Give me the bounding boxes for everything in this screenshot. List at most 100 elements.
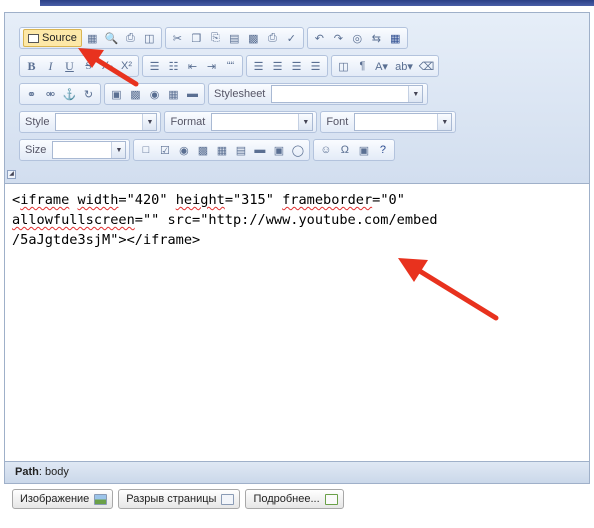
numbered-list-icon[interactable]: ☰ [146, 58, 163, 75]
strikethrough-button[interactable]: S [80, 58, 97, 75]
button-field-icon[interactable]: ▬ [251, 142, 268, 159]
format-group: Format ▼ [164, 111, 318, 133]
maximize-icon[interactable]: ▣ [355, 142, 372, 159]
font-select[interactable]: ▼ [354, 113, 453, 131]
spellcheck-icon[interactable]: ✓ [283, 30, 300, 47]
style-select[interactable]: ▼ [55, 113, 158, 131]
smiley-icon[interactable]: ☺ [317, 142, 334, 159]
subscript-button[interactable]: X₂ [99, 58, 116, 75]
align-left-icon[interactable]: ☰ [250, 58, 267, 75]
insert-image-label: Изображение [20, 493, 90, 505]
path-body-link[interactable]: body [45, 466, 69, 478]
remove-format-icon[interactable]: ⌫ [418, 58, 435, 75]
text-color-icon[interactable]: A▾ [373, 58, 390, 75]
unlink-icon[interactable]: ⚮ [42, 86, 59, 103]
image-icon[interactable]: ▣ [108, 86, 125, 103]
format-select[interactable]: ▼ [211, 113, 314, 131]
spellcheck-word: frameborder [282, 192, 373, 208]
align-right-icon[interactable]: ☰ [288, 58, 305, 75]
code-line: <iframe width="420" height="315" framebo… [12, 190, 572, 210]
size-group: Size ▼ [19, 139, 131, 161]
undo-icon[interactable]: ↶ [311, 30, 328, 47]
radio-icon[interactable]: ◉ [175, 142, 192, 159]
bottom-buttons: Изображение Разрыв страницы Подробнее... [12, 489, 344, 509]
stylesheet-select[interactable]: ▼ [271, 85, 424, 103]
paste-icon[interactable]: ⎘ [207, 30, 224, 47]
horizontal-rule-icon[interactable]: ▬ [184, 86, 201, 103]
link-icon[interactable]: ⚭ [23, 86, 40, 103]
chevron-down-icon: ▼ [437, 114, 452, 130]
background-color-icon[interactable]: ab▾ [392, 58, 416, 75]
replace-icon[interactable]: ⇆ [368, 30, 385, 47]
underline-button[interactable]: U [61, 58, 78, 75]
stylesheet-label: Stylesheet [214, 88, 266, 100]
source-icon [28, 33, 39, 43]
image-icon [94, 493, 108, 505]
checkbox-icon[interactable]: ☑ [156, 142, 173, 159]
find-icon[interactable]: ◎ [349, 30, 366, 47]
indent-icon[interactable]: ⇥ [203, 58, 220, 75]
print-preview-icon[interactable]: ⎙ [264, 30, 281, 47]
alignment-group: ☰ ☰ ☰ ☰ [246, 55, 328, 77]
preview-icon[interactable]: 🔍 [103, 30, 120, 47]
outdent-icon[interactable]: ⇤ [184, 58, 201, 75]
align-justify-icon[interactable]: ☰ [307, 58, 324, 75]
collapse-toolbar-icon[interactable]: ◢ [7, 170, 16, 179]
bold-button[interactable]: B [23, 58, 40, 75]
size-select[interactable]: ▼ [52, 141, 127, 159]
element-path-bar: Path: body [5, 461, 589, 483]
insert-image-button[interactable]: Изображение [12, 489, 114, 509]
toolbar-row-4: Style ▼ Format ▼ Font ▼ [19, 110, 457, 134]
toolbar-row-3: ⚭ ⚮ ⚓ ↻ ▣ ▩ ◉ ▦ ▬ Stylesheet ▼ [19, 82, 429, 106]
select-field-icon[interactable]: ▤ [232, 142, 249, 159]
insert-group: ▣ ▩ ◉ ▦ ▬ [104, 83, 205, 105]
print-icon[interactable]: ⎙ [122, 30, 139, 47]
copy-icon[interactable]: ❐ [188, 30, 205, 47]
create-div-icon[interactable]: ◫ [335, 58, 352, 75]
chevron-down-icon: ▼ [298, 114, 313, 130]
blockquote-button[interactable]: ““ [222, 58, 239, 75]
find-in-page-icon[interactable]: ◫ [141, 30, 158, 47]
document-group: Source ▦ 🔍 ⎙ ◫ [19, 27, 162, 49]
smiley-flash-icon[interactable]: ◉ [146, 86, 163, 103]
source-code-text[interactable]: <iframe width="420" height="315" framebo… [12, 190, 572, 250]
textarea-icon[interactable]: ▦ [213, 142, 230, 159]
text-direction-icon[interactable]: ¶ [354, 58, 371, 75]
italic-button[interactable]: I [42, 58, 59, 75]
editor-toolbar: Source ▦ 🔍 ⎙ ◫ ✂ ❐ ⎘ ▤ ▩ ⎙ ✓ ↶ ↷ ◎ ⇆ ▦ B… [5, 13, 589, 184]
color-group: ◫ ¶ A▾ ab▾ ⌫ [331, 55, 439, 77]
history-group: ↶ ↷ ◎ ⇆ ▦ [306, 27, 408, 49]
unlink-alt-icon[interactable]: ↻ [80, 86, 97, 103]
toolbar-row-2: B I U S X₂ X² ☰ ☷ ⇤ ⇥ ““ ☰ ☰ ☰ ☰ ◫ ¶ A▾ … [19, 54, 439, 78]
chevron-down-icon: ▼ [111, 142, 126, 158]
help-button[interactable]: ? [374, 142, 391, 159]
select-all-icon[interactable]: ▦ [387, 30, 404, 47]
superscript-button[interactable]: X² [118, 58, 135, 75]
textfield-icon[interactable]: ▩ [194, 142, 211, 159]
form-icon[interactable]: □ [137, 142, 154, 159]
table-icon[interactable]: ▦ [165, 86, 182, 103]
chevron-down-icon: ▼ [408, 86, 423, 102]
font-label: Font [326, 116, 349, 128]
anchor-icon[interactable]: ⚓ [61, 86, 78, 103]
page-break-icon [221, 493, 235, 505]
source-button[interactable]: Source [23, 29, 82, 47]
special-char-button[interactable]: Ω [336, 142, 353, 159]
size-label: Size [25, 144, 47, 156]
hidden-field-icon[interactable]: ◯ [289, 142, 306, 159]
image-button-icon[interactable]: ▣ [270, 142, 287, 159]
source-editing-area[interactable]: <iframe width="420" height="315" framebo… [5, 184, 589, 460]
page-break-button[interactable]: Разрыв страницы [118, 489, 241, 509]
bulleted-list-icon[interactable]: ☷ [165, 58, 182, 75]
read-more-button[interactable]: Подробнее... [245, 489, 344, 509]
cut-icon[interactable]: ✂ [169, 30, 186, 47]
redo-icon[interactable]: ↷ [330, 30, 347, 47]
chevron-down-icon: ▼ [142, 114, 157, 130]
align-center-icon[interactable]: ☰ [269, 58, 286, 75]
paste-word-icon[interactable]: ▩ [245, 30, 262, 47]
read-more-label: Подробнее... [253, 493, 320, 505]
paste-text-icon[interactable]: ▤ [226, 30, 243, 47]
flash-icon[interactable]: ▩ [127, 86, 144, 103]
source-button-label: Source [42, 32, 77, 44]
templates-icon[interactable]: ▦ [84, 30, 101, 47]
